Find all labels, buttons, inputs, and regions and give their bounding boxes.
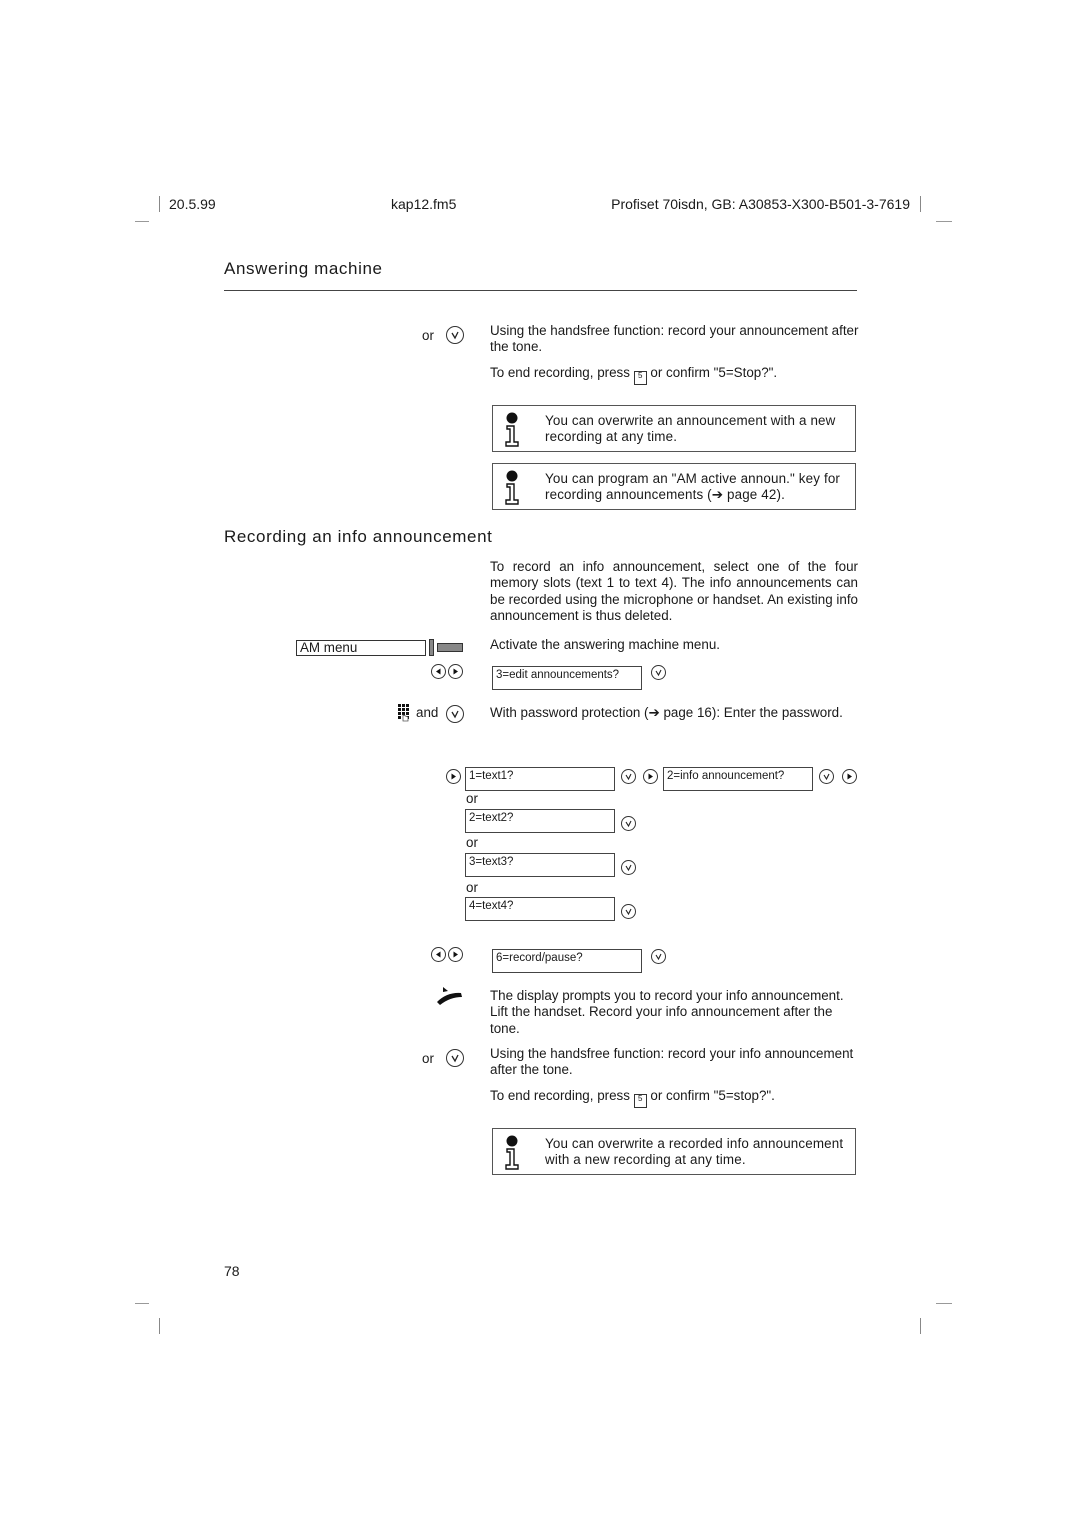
end-suffix: or confirm "5=stop?".	[650, 1088, 775, 1103]
and-label: and	[416, 705, 439, 720]
right-arrow-icon	[446, 769, 461, 784]
confirm-icon	[621, 904, 636, 919]
display-record-pause: 6=record/pause?	[492, 949, 642, 973]
confirm-icon	[446, 1049, 464, 1067]
note-text: You can program an "AM active announ." k…	[545, 471, 841, 503]
end-recording-text: To end recording, press 5 or confirm "5=…	[490, 365, 860, 385]
display-text3: 3=text3?	[465, 853, 615, 877]
activate-text: Activate the answering machine menu.	[490, 637, 720, 652]
header-product: Profiset 70isdn, GB: A30853-X300-B501-3-…	[611, 196, 910, 212]
confirm-icon	[621, 860, 636, 875]
end-suffix: or confirm "5=Stop?".	[650, 365, 778, 380]
end-prefix: To end recording, press	[490, 1088, 630, 1103]
info-note: You can overwrite an announcement with a…	[492, 405, 856, 452]
right-arrow-icon	[842, 769, 857, 784]
crop-mark	[936, 1303, 952, 1304]
display-edit-announcements: 3=edit announcements?	[492, 666, 642, 690]
crop-mark	[159, 196, 160, 212]
info-note: You can program an "AM active announ." k…	[492, 463, 856, 510]
handsfree-text: Using the handsfree function: record you…	[490, 323, 859, 355]
header-file: kap12.fm5	[391, 196, 457, 212]
crop-mark	[936, 221, 952, 222]
display-info-announcement: 2=info announcement?	[663, 767, 813, 791]
password-text: With password protection (➔ page 16): En…	[490, 705, 843, 720]
note-text: You can overwrite an announcement with a…	[545, 413, 836, 445]
or-label: or	[466, 791, 478, 806]
header-date: 20.5.99	[169, 196, 216, 212]
am-menu-key[interactable]: AM menu	[296, 640, 426, 656]
confirm-icon	[621, 769, 636, 784]
note-text: You can overwrite a recorded info announ…	[545, 1136, 844, 1168]
page-number: 78	[224, 1263, 240, 1279]
confirm-icon	[621, 816, 636, 831]
left-arrow-icon	[431, 664, 446, 679]
confirm-icon	[819, 769, 834, 784]
divider	[224, 290, 857, 291]
display-text2: 2=text2?	[465, 809, 615, 833]
crop-mark	[135, 1303, 149, 1304]
right-arrow-icon	[448, 664, 463, 679]
end-prefix: To end recording, press	[490, 365, 630, 380]
keypad-icon	[398, 704, 409, 722]
or-label: or	[466, 835, 478, 850]
lift-handset-icon	[437, 987, 462, 1005]
confirm-icon	[651, 949, 666, 964]
intro-text: To record an info announcement, select o…	[490, 559, 858, 624]
or-label: or	[466, 880, 478, 895]
or-label: or	[422, 1051, 434, 1066]
confirm-icon	[651, 665, 666, 680]
handset-text: The display prompts you to record your i…	[490, 988, 844, 1036]
confirm-icon	[446, 326, 464, 344]
right-arrow-icon	[643, 769, 658, 784]
end-recording-text: To end recording, press 5 or confirm "5=…	[490, 1088, 860, 1108]
section-title: Recording an info announcement	[224, 527, 493, 546]
or-label: or	[422, 328, 434, 343]
display-text1: 1=text1?	[465, 767, 615, 791]
info-icon	[505, 1135, 519, 1170]
info-note: You can overwrite a recorded info announ…	[492, 1128, 856, 1175]
key-5-icon: 5	[633, 1094, 647, 1108]
key-5-icon: 5	[633, 371, 647, 385]
crop-mark	[920, 196, 921, 212]
info-icon	[505, 470, 519, 505]
crop-mark	[159, 1318, 160, 1334]
key-led-icon	[429, 639, 434, 656]
display-text4: 4=text4?	[465, 897, 615, 921]
crop-mark	[920, 1318, 921, 1334]
left-arrow-icon	[431, 947, 446, 962]
handsfree-info-text: Using the handsfree function: record you…	[490, 1046, 854, 1078]
key-button-icon	[437, 643, 463, 652]
crop-mark	[135, 221, 149, 222]
section-title: Answering machine	[224, 259, 383, 278]
confirm-icon	[446, 705, 464, 723]
right-arrow-icon	[448, 947, 463, 962]
info-icon	[505, 412, 519, 447]
